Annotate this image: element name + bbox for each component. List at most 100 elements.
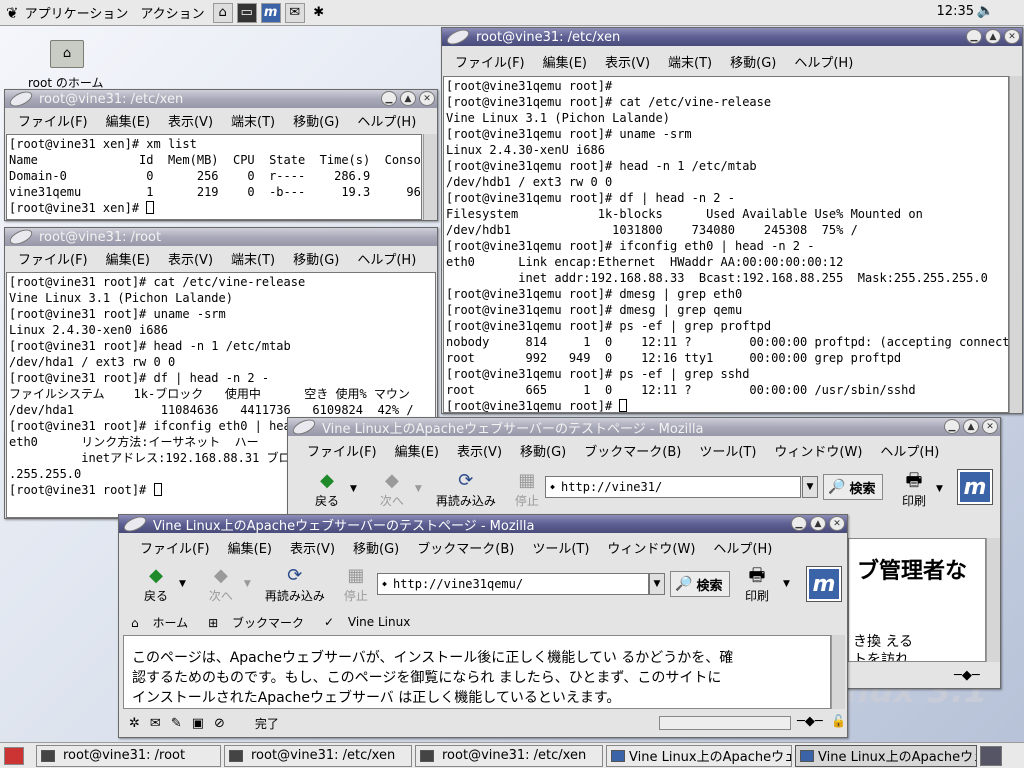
minimize-icon[interactable]: ▁	[966, 29, 982, 44]
search-button[interactable]: 🔎 検索	[823, 474, 883, 500]
menu-edit[interactable]: 編集(E)	[386, 441, 448, 460]
search-button[interactable]: 🔎 検索	[670, 571, 730, 597]
print-button[interactable]: 🖶 印刷	[894, 470, 934, 509]
close-icon[interactable]: ✕	[1004, 29, 1020, 44]
titlebar[interactable]: root@vine31: /etc/xen ▁ ▲ ✕	[5, 90, 437, 110]
terminal-launcher-icon[interactable]: ▭	[236, 2, 257, 23]
minimize-icon[interactable]: ▁	[791, 516, 807, 531]
menu-bookmarks[interactable]: ブックマーク(B)	[575, 441, 690, 460]
mail-icon[interactable]: ✉	[150, 716, 161, 731]
menu-go[interactable]: 移動(G)	[721, 52, 785, 71]
taskbar-item[interactable]: Vine Linux上のApacheウェ	[606, 744, 792, 767]
bookmark-vine-linux[interactable]: ✓ Vine Linux	[324, 615, 420, 629]
menu-tools[interactable]: ツール(T)	[690, 441, 765, 460]
address-book-icon[interactable]: ▣	[192, 716, 204, 731]
scrollbar[interactable]	[831, 635, 845, 709]
back-button[interactable]: ◆ 戻る	[131, 565, 181, 604]
menu-terminal[interactable]: 端末(T)	[222, 111, 284, 130]
gnome-foot-icon[interactable]: ❦	[6, 4, 19, 22]
url-dropdown[interactable]: ▼	[649, 573, 665, 595]
forward-button[interactable]: ◆ 次へ	[367, 470, 417, 509]
terminal-output[interactable]: [root@vine31qemu root]# [root@vine31qemu …	[443, 76, 1009, 413]
menu-file[interactable]: ファイル(F)	[131, 538, 219, 557]
titlebar[interactable]: root@vine31: /etc/xen ▁ ▲ ✕	[442, 28, 1022, 48]
url-dropdown[interactable]: ▼	[802, 476, 818, 498]
forward-history-icon[interactable]: ▼	[415, 484, 422, 494]
menu-terminal[interactable]: 端末(T)	[222, 249, 284, 268]
maximize-icon[interactable]: ▲	[963, 419, 979, 434]
stop-button[interactable]: ▦ 停止	[512, 470, 542, 509]
navigator-icon[interactable]: ✲	[129, 716, 140, 731]
window-menu-icon[interactable]	[444, 28, 472, 48]
menu-file[interactable]: ファイル(F)	[446, 52, 534, 71]
url-field[interactable]: ⬩ http://vine31qemu/	[377, 573, 649, 595]
maximize-icon[interactable]: ▲	[985, 29, 1001, 44]
browser-launcher-icon[interactable]: m	[260, 2, 281, 23]
maximize-icon[interactable]: ▲	[400, 91, 416, 106]
titlebar[interactable]: root@vine31: /root	[5, 228, 437, 248]
scrollbar[interactable]	[423, 134, 437, 220]
composer-icon[interactable]: ✎	[171, 716, 182, 731]
menu-tools[interactable]: ツール(T)	[523, 538, 598, 557]
show-desktop-icon[interactable]	[4, 746, 24, 765]
menu-go[interactable]: 移動(G)	[284, 249, 348, 268]
terminal-output[interactable]: [root@vine31 xen]# xm list Name Id Mem(MB…	[6, 134, 422, 220]
workspace-switcher[interactable]	[980, 745, 1002, 766]
close-icon[interactable]: ✕	[982, 419, 998, 434]
scrollbar[interactable]	[986, 538, 1000, 662]
menu-view[interactable]: 表示(V)	[448, 441, 511, 460]
window-menu-icon[interactable]	[7, 228, 35, 248]
menu-view[interactable]: 表示(V)	[159, 249, 222, 268]
titlebar[interactable]: Vine Linux上のApacheウェブサーバーのテストページ - Mozil…	[119, 515, 847, 535]
menu-help[interactable]: ヘルプ(H)	[704, 538, 781, 557]
print-button[interactable]: 🖶 印刷	[737, 565, 777, 604]
menu-bookmarks[interactable]: ブックマーク(B)	[408, 538, 523, 557]
stop-button[interactable]: ▦ 停止	[341, 565, 371, 604]
scrollbar[interactable]	[1009, 76, 1022, 413]
close-icon[interactable]: ✕	[419, 91, 435, 106]
menu-edit[interactable]: 編集(E)	[219, 538, 281, 557]
mozilla-brand-icon[interactable]: m	[957, 469, 993, 505]
reload-button[interactable]: ⟳ 再読み込み	[432, 470, 500, 509]
back-history-icon[interactable]: ▼	[179, 579, 186, 589]
menu-help[interactable]: ヘルプ(H)	[348, 111, 425, 130]
back-history-icon[interactable]: ▼	[350, 484, 357, 494]
print-menu-icon[interactable]: ▼	[783, 579, 790, 589]
mozilla-brand-icon[interactable]: m	[806, 566, 842, 602]
minimize-icon[interactable]: ▁	[381, 91, 397, 106]
panel-clock[interactable]: 12:35	[937, 4, 974, 19]
menu-go[interactable]: 移動(G)	[344, 538, 408, 557]
actions-menu[interactable]: アクション	[134, 3, 210, 22]
window-menu-icon[interactable]	[7, 90, 35, 110]
bookmark-bookmarks[interactable]: ⊞ ブックマーク	[208, 614, 314, 631]
menu-view[interactable]: 表示(V)	[281, 538, 344, 557]
menu-view[interactable]: 表示(V)	[596, 52, 659, 71]
bug-launcher-icon[interactable]: ✱	[309, 3, 329, 23]
home-launcher-icon[interactable]: ⌂	[212, 2, 233, 23]
menu-edit[interactable]: 編集(E)	[534, 52, 596, 71]
close-icon[interactable]: ✕	[829, 516, 845, 531]
bookmark-home[interactable]: ⌂ ホーム	[131, 614, 198, 631]
menu-file[interactable]: ファイル(F)	[9, 111, 97, 130]
minimize-icon[interactable]: ▁	[944, 419, 960, 434]
taskbar-item[interactable]: root@vine31: /root	[36, 744, 221, 767]
menu-window[interactable]: ウィンドウ(W)	[598, 538, 704, 557]
titlebar[interactable]: Vine Linux上のApacheウェブサーバーのテストページ - Mozil…	[288, 418, 1000, 438]
menu-help[interactable]: ヘルプ(H)	[785, 52, 862, 71]
taskbar-item[interactable]: root@vine31: /etc/xen	[415, 744, 603, 767]
forward-button[interactable]: ◆ 次へ	[196, 565, 246, 604]
menu-edit[interactable]: 編集(E)	[97, 249, 159, 268]
menu-go[interactable]: 移動(G)	[284, 111, 348, 130]
menu-help[interactable]: ヘルプ(H)	[348, 249, 425, 268]
menu-terminal[interactable]: 端末(T)	[659, 52, 721, 71]
menu-view[interactable]: 表示(V)	[159, 111, 222, 130]
reload-button[interactable]: ⟳ 再読み込み	[261, 565, 329, 604]
menu-edit[interactable]: 編集(E)	[97, 111, 159, 130]
taskbar-item[interactable]: root@vine31: /etc/xen	[224, 744, 412, 767]
taskbar-item[interactable]: Vine Linux上のApacheウェ	[795, 744, 977, 767]
maximize-icon[interactable]: ▲	[810, 516, 826, 531]
menu-help[interactable]: ヘルプ(H)	[871, 441, 948, 460]
url-field[interactable]: ⬩ http://vine31/	[545, 476, 801, 498]
menu-file[interactable]: ファイル(F)	[298, 441, 386, 460]
forward-history-icon[interactable]: ▼	[244, 579, 251, 589]
